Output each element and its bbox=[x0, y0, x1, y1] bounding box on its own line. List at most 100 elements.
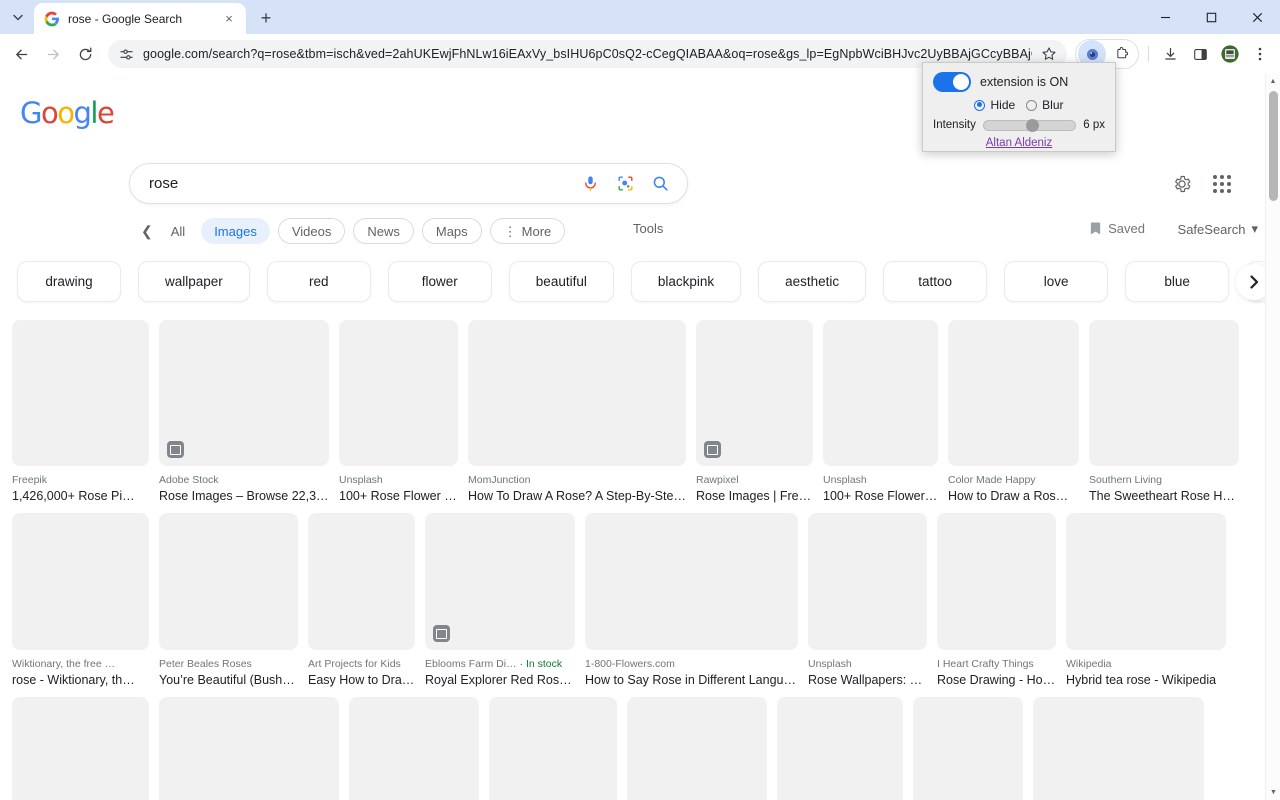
result-thumbnail[interactable] bbox=[808, 513, 927, 650]
extension-enable-toggle[interactable] bbox=[933, 72, 971, 92]
search-box[interactable]: rose bbox=[129, 163, 688, 204]
search-chip[interactable]: tattoo bbox=[883, 260, 988, 302]
tab-more[interactable]: ⋮ More bbox=[489, 218, 566, 244]
saved-button[interactable]: Saved bbox=[1089, 221, 1145, 236]
credit-link[interactable]: Altan Aldeniz bbox=[933, 137, 1105, 149]
tab-videos[interactable]: Videos bbox=[277, 218, 346, 244]
result-thumbnail[interactable] bbox=[308, 513, 415, 650]
tools-button[interactable]: Tools bbox=[633, 221, 663, 236]
google-lens-icon[interactable] bbox=[614, 173, 636, 195]
result-title[interactable]: Easy How to Draw a… bbox=[308, 673, 415, 687]
result-thumbnail[interactable] bbox=[159, 697, 339, 800]
result-thumbnail[interactable] bbox=[913, 697, 1023, 800]
image-result-card[interactable]: I Heart Crafty Things Rose Drawing - Ho… bbox=[937, 513, 1056, 687]
star-icon[interactable] bbox=[1041, 46, 1057, 62]
image-result-card[interactable]: Wikipedia Hybrid tea rose - Wikipedia bbox=[1066, 513, 1226, 687]
image-result-card[interactable]: Unsplash 100+ Rose Flower P… bbox=[339, 320, 458, 503]
browser-tab[interactable]: rose - Google Search × bbox=[34, 3, 246, 34]
result-thumbnail[interactable] bbox=[468, 320, 686, 466]
result-title[interactable]: rose - Wiktionary, th… bbox=[12, 673, 149, 687]
image-result-card[interactable]: Photowall · In stock bbox=[159, 697, 339, 800]
google-apps-button[interactable] bbox=[1208, 170, 1236, 198]
result-title[interactable]: The Sweetheart Rose Ha… bbox=[1089, 489, 1239, 503]
tab-images[interactable]: Images bbox=[201, 218, 270, 244]
image-result-card[interactable]: Eblooms Farm Di… · In stock Royal Explore… bbox=[425, 513, 575, 687]
result-title[interactable]: Rose Wallpapers: Fr… bbox=[808, 673, 927, 687]
image-result-card[interactable]: Color Made Happy How to Draw a Ros… bbox=[948, 320, 1079, 503]
result-thumbnail[interactable] bbox=[948, 320, 1079, 466]
result-thumbnail[interactable] bbox=[339, 320, 458, 466]
search-chip[interactable]: beautiful bbox=[508, 260, 614, 302]
image-result-card[interactable]: Adobe Stock Rose Images – Browse 22,36… bbox=[159, 320, 329, 503]
chevron-left-icon[interactable]: ❮ bbox=[141, 223, 153, 240]
tab-close-button[interactable]: × bbox=[220, 10, 238, 28]
search-chip[interactable]: blackpink bbox=[630, 260, 742, 302]
tab-maps[interactable]: Maps bbox=[421, 218, 482, 244]
result-thumbnail[interactable] bbox=[696, 320, 813, 466]
image-result-card[interactable]: Global Rose bbox=[627, 697, 767, 800]
tab-news[interactable]: News bbox=[353, 218, 414, 244]
microphone-icon[interactable] bbox=[579, 173, 601, 195]
reload-button[interactable] bbox=[70, 39, 100, 69]
result-title[interactable]: 1,426,000+ Rose Pi… bbox=[12, 489, 149, 503]
result-title[interactable]: How To Draw A Rose? A Step-By-Step … bbox=[468, 489, 686, 503]
page-scrollbar[interactable]: ▲ ▼ bbox=[1265, 74, 1280, 800]
safesearch-dropdown[interactable]: SafeSearch ▾ bbox=[1178, 221, 1258, 237]
result-thumbnail[interactable] bbox=[1066, 513, 1226, 650]
intensity-slider[interactable] bbox=[982, 118, 1077, 132]
image-result-card[interactable]: Magic Flower · In stock bbox=[12, 697, 149, 800]
result-thumbnail[interactable] bbox=[159, 320, 329, 466]
result-title[interactable]: Hybrid tea rose - Wikipedia bbox=[1066, 673, 1226, 687]
result-thumbnail[interactable] bbox=[937, 513, 1056, 650]
result-title[interactable]: Rose Images | Free … bbox=[696, 489, 813, 503]
google-settings-button[interactable] bbox=[1168, 170, 1196, 198]
tune-icon[interactable] bbox=[119, 47, 134, 62]
minimize-button[interactable] bbox=[1142, 0, 1188, 34]
result-title[interactable]: How to Draw a Ros… bbox=[948, 489, 1079, 503]
search-chip[interactable]: aesthetic bbox=[758, 260, 867, 302]
result-title[interactable]: Rose Images – Browse 22,36… bbox=[159, 489, 329, 503]
google-logo[interactable]: Google bbox=[20, 96, 115, 130]
search-chip[interactable]: red bbox=[266, 260, 371, 302]
back-button[interactable] bbox=[6, 39, 36, 69]
search-chip[interactable]: love bbox=[1004, 260, 1109, 302]
result-thumbnail[interactable] bbox=[159, 513, 298, 650]
profile-avatar-icon[interactable] bbox=[1216, 40, 1244, 68]
result-thumbnail[interactable] bbox=[1089, 320, 1239, 466]
tab-search-button[interactable] bbox=[4, 3, 32, 31]
image-result-card[interactable]: Art Projects for Kids Easy How to Draw a… bbox=[308, 513, 415, 687]
image-result-card[interactable]: Unsplash 100+ Rose Flower P… bbox=[823, 320, 938, 503]
search-input[interactable]: rose bbox=[149, 175, 566, 192]
result-title[interactable]: 100+ Rose Flower P… bbox=[339, 489, 458, 503]
image-result-card[interactable]: MomJunction How To Draw A Rose? A Step-By… bbox=[468, 320, 686, 503]
result-thumbnail[interactable] bbox=[425, 513, 575, 650]
forward-button[interactable] bbox=[38, 39, 68, 69]
result-title[interactable]: You’re Beautiful (Bush … bbox=[159, 673, 298, 687]
radio-blur[interactable] bbox=[1026, 99, 1038, 111]
scroll-up-arrow[interactable]: ▲ bbox=[1266, 74, 1280, 89]
image-result-card[interactable]: Southern Living The Sweetheart Rose Ha… bbox=[1089, 320, 1239, 503]
image-result-card[interactable]: Freepik 1,426,000+ Rose Pi… bbox=[12, 320, 149, 503]
side-panel-icon[interactable] bbox=[1186, 40, 1214, 68]
image-result-card[interactable]: Peter Beales Roses You’re Beautiful (Bush… bbox=[159, 513, 298, 687]
scrollbar-thumb[interactable] bbox=[1269, 91, 1278, 201]
result-title[interactable]: How to Say Rose in Different Languag… bbox=[585, 673, 798, 687]
image-result-card[interactable]: Reveln bbox=[777, 697, 903, 800]
result-title[interactable]: 100+ Rose Flower P… bbox=[823, 489, 938, 503]
slider-thumb[interactable] bbox=[1025, 118, 1039, 132]
result-thumbnail[interactable] bbox=[777, 697, 903, 800]
result-thumbnail[interactable] bbox=[627, 697, 767, 800]
result-thumbnail[interactable] bbox=[12, 320, 149, 466]
result-thumbnail[interactable] bbox=[489, 697, 617, 800]
result-thumbnail[interactable] bbox=[12, 513, 149, 650]
search-chip[interactable]: blue bbox=[1125, 260, 1230, 302]
image-result-card[interactable]: Chris Roses · In stock bbox=[489, 697, 617, 800]
search-chip[interactable]: flower bbox=[387, 260, 492, 302]
image-result-card[interactable]: Rawpixel Rose Images | Free … bbox=[696, 320, 813, 503]
result-thumbnail[interactable] bbox=[823, 320, 938, 466]
result-thumbnail[interactable] bbox=[1033, 697, 1204, 800]
image-result-card[interactable]: Facebook bbox=[349, 697, 479, 800]
radio-hide[interactable] bbox=[974, 99, 986, 111]
chrome-menu-icon[interactable] bbox=[1246, 40, 1274, 68]
result-title[interactable]: Royal Explorer Red Rose … bbox=[425, 673, 575, 687]
